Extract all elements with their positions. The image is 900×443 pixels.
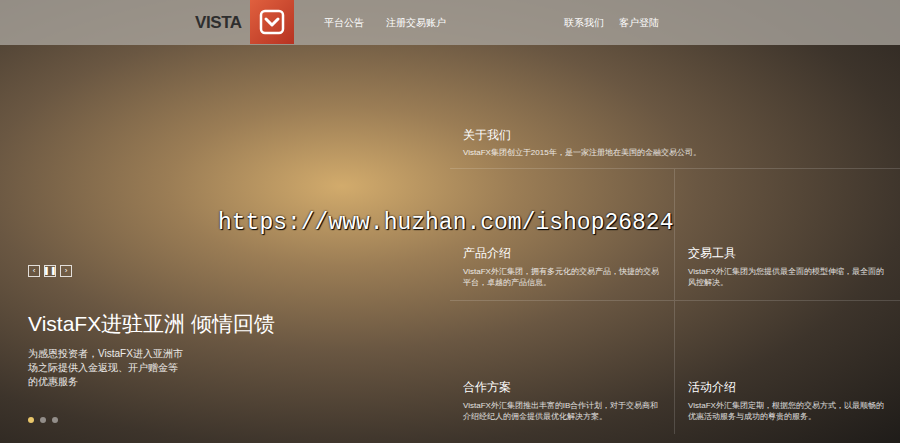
watermark: https://www.huzhan.com/ishop26824 xyxy=(218,206,673,241)
card-title: 产品介绍 xyxy=(463,245,664,261)
card-text: VistaFX集团创立于2015年，是一家注册地在美国的金融交易公司。 xyxy=(463,147,900,158)
nav-link[interactable]: 联系我们 xyxy=(564,15,604,30)
logo-icon[interactable] xyxy=(250,0,294,44)
card-text: VistaFX外汇集团，拥有多元化的交易产品，快捷的交易平台，卓越的产品信息。 xyxy=(463,266,664,288)
slider-dot[interactable] xyxy=(40,417,46,423)
logo[interactable]: VISTA xyxy=(0,10,250,36)
card-text: VistaFX外汇集团为您提供最全面的模型伸缩，最全面的风控解决。 xyxy=(688,266,890,288)
header: VISTA 平台公告 注册交易账户 联系我们客户登陆 xyxy=(0,0,900,45)
slider-dot[interactable] xyxy=(52,417,58,423)
nav-left: 平台公告 注册交易账户 xyxy=(294,15,564,30)
card-title: 交易工具 xyxy=(688,245,890,261)
nav-link[interactable]: 平台公告 xyxy=(324,15,364,30)
nav-right: 联系我们客户登陆 xyxy=(564,15,659,30)
slider-dot[interactable] xyxy=(28,417,34,423)
slider: ‹ ❚❚ › VistaFX进驻亚洲 倾情回馈为感恩投资者，VistaFX进入亚洲市场… xyxy=(0,45,450,443)
slider-controls: ‹ ❚❚ › xyxy=(28,265,450,277)
feature-grid: 产品介绍 VistaFX外汇集团，拥有多元化的交易产品，快捷的交易平台，卓越的产品… xyxy=(450,169,900,434)
slider-dots xyxy=(28,417,450,423)
card-title: 合作方案 xyxy=(463,379,664,395)
card-text: VistaFX外汇集团定期，根据您的交易方式，以最顺畅的优惠活动服务与成功的尊贵… xyxy=(688,400,890,422)
nav-link[interactable]: 注册交易账户 xyxy=(386,15,446,30)
card-title: 关于我们 xyxy=(463,127,900,143)
page: VISTA 平台公告 注册交易账户 联系我们客户登陆 ‹ ❚❚ › VistaFX进驻亚… xyxy=(0,0,900,443)
card-title: 活动介绍 xyxy=(688,379,890,395)
prev-icon[interactable]: ‹ xyxy=(28,265,40,277)
about-card[interactable]: 关于我们 VistaFX集团创立于2015年，是一家注册地在美国的金融交易公司。 xyxy=(450,127,900,169)
slide-title: VistaFX进驻亚洲 倾情回馈 xyxy=(28,311,450,337)
pause-icon[interactable]: ❚❚ xyxy=(44,265,56,277)
feature-card[interactable]: 合作方案 VistaFX外汇集团推出丰富的IB合作计划，对于交易商和介绍经纪人的佣… xyxy=(450,301,675,434)
next-icon[interactable]: › xyxy=(60,265,72,277)
slide-subtitle: 为感恩投资者，VistaFX进入亚洲市场之际提供入金返现、开户赠金等的优惠服务 xyxy=(28,347,186,389)
nav-link[interactable]: 客户登陆 xyxy=(619,15,659,30)
card-text: VistaFX外汇集团推出丰富的IB合作计划，对于交易商和介绍经纪人的佣金提供最… xyxy=(463,400,664,422)
feature-card[interactable]: 交易工具 VistaFX外汇集团为您提供最全面的模型伸缩，最全面的风控解决。 xyxy=(675,169,900,301)
feature-card[interactable]: 活动介绍 VistaFX外汇集团定期，根据您的交易方式，以最顺畅的优惠活动服务与成… xyxy=(675,301,900,434)
feature-panel: 关于我们 VistaFX集团创立于2015年，是一家注册地在美国的金融交易公司。产… xyxy=(450,45,900,443)
